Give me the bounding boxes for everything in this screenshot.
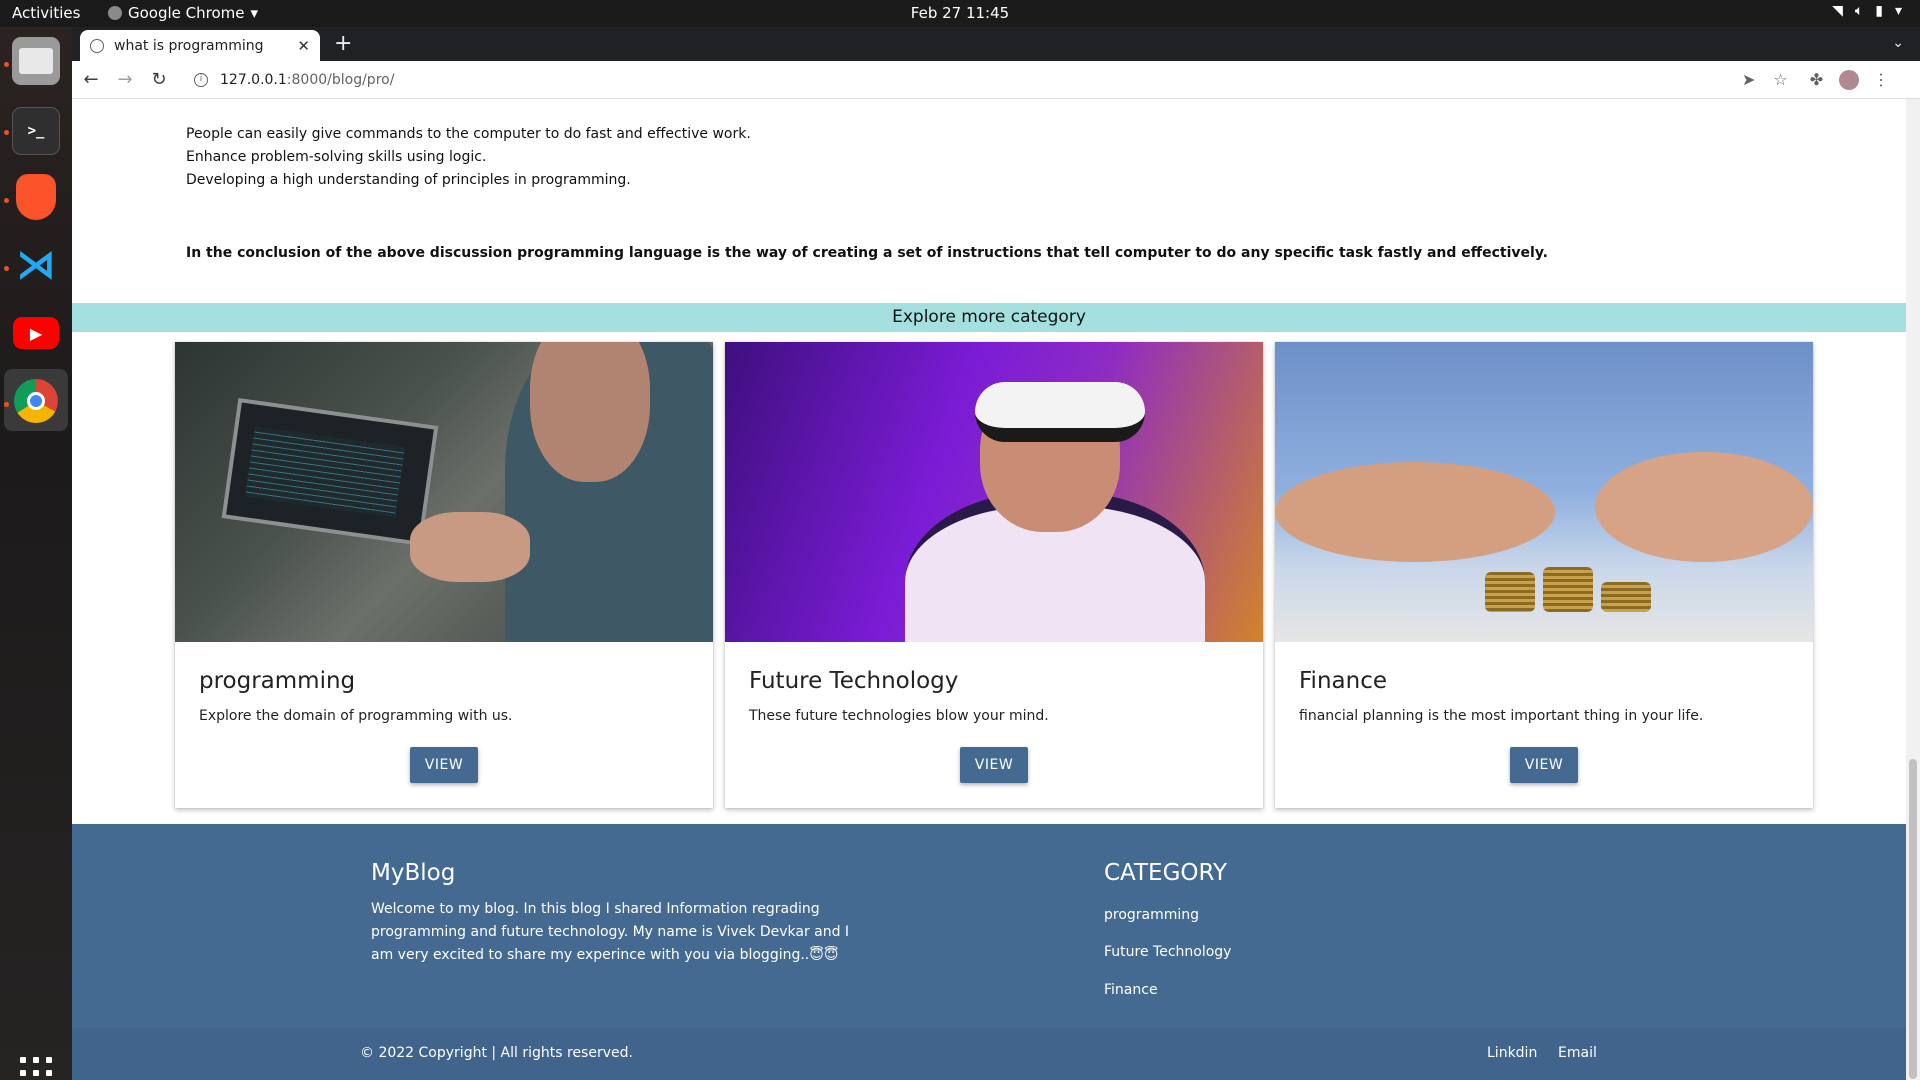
hand-shape <box>410 512 530 582</box>
show-applications-icon[interactable] <box>20 1057 52 1080</box>
explore-heading: Explore more category <box>72 303 1906 332</box>
category-card-finance: Finance financial planning is the most i… <box>1275 342 1813 808</box>
coin-stack-shape <box>1485 572 1535 612</box>
running-indicator <box>4 266 9 271</box>
card-title: Finance <box>1299 668 1387 694</box>
app-menu-label: Google Chrome <box>128 4 245 22</box>
vscode-icon[interactable]: ⋊ <box>12 241 60 289</box>
hand-shape <box>1595 452 1813 562</box>
back-button[interactable]: ← <box>76 69 106 90</box>
coin-stack-shape <box>1601 582 1651 612</box>
view-button[interactable]: VIEW <box>960 747 1028 783</box>
files-icon[interactable] <box>12 37 60 85</box>
brave-browser-icon[interactable] <box>12 173 60 221</box>
category-card-programming: programming Explore the domain of progra… <box>175 342 713 808</box>
running-indicator <box>4 130 9 135</box>
running-indicator <box>4 198 9 203</box>
footer-category-title: CATEGORY <box>1104 860 1228 886</box>
article-point: People can easily give commands to the c… <box>186 126 751 142</box>
forward-button[interactable]: → <box>110 69 140 90</box>
article-points: People can easily give commands to the c… <box>186 123 751 192</box>
card-description: financial planning is the most important… <box>1299 708 1704 724</box>
profile-avatar[interactable] <box>1839 69 1860 90</box>
bookmark-star-icon[interactable]: ☆ <box>1773 70 1787 89</box>
footer-category-link[interactable]: Future Technology <box>1104 944 1231 960</box>
vr-headset-shape <box>975 382 1145 442</box>
view-button[interactable]: VIEW <box>1510 747 1578 783</box>
system-top-bar: Activities Google Chrome ▾ Feb 27 11:45 … <box>0 0 1920 27</box>
footer-brand: MyBlog <box>371 860 456 886</box>
close-tab-icon[interactable]: ✕ <box>297 37 310 55</box>
hand-shape <box>1275 462 1555 562</box>
new-tab-button[interactable]: + <box>334 31 352 56</box>
email-link[interactable]: Email <box>1558 1045 1597 1061</box>
chevron-down-icon: ▾ <box>1894 3 1902 19</box>
wifi-icon: ◥ <box>1832 3 1843 19</box>
card-title: Future Technology <box>749 668 959 694</box>
extensions-puzzle-icon[interactable]: ✤ <box>1810 70 1823 89</box>
tab-search-chevron-icon[interactable]: ⌄ <box>1892 35 1904 51</box>
page-viewport: People can easily give commands to the c… <box>72 99 1906 1080</box>
view-button[interactable]: VIEW <box>410 747 478 783</box>
system-menu[interactable]: ◥ 🔈︎ ▮ ▾ <box>1832 3 1902 19</box>
reload-button[interactable]: ↻ <box>144 69 174 90</box>
running-indicator <box>4 62 9 67</box>
tab-strip: what is programming ✕ + ⌄ <box>72 27 1920 61</box>
more-menu-icon[interactable]: ⋮ <box>1873 70 1889 89</box>
article-heading-clipped <box>184 99 1134 111</box>
footer-category-link[interactable]: Finance <box>1104 982 1158 998</box>
coin-stack-shape <box>1543 567 1593 612</box>
footer-bottom-bar: © 2022 Copyright | All rights reserved. … <box>72 1028 1906 1080</box>
category-card-future-technology: Future Technology These future technolog… <box>725 342 1263 808</box>
future-technology-image <box>725 342 1263 642</box>
globe-icon <box>90 38 104 53</box>
info-icon[interactable]: i <box>194 72 208 87</box>
copyright-text: © 2022 Copyright | All rights reserved. <box>360 1045 633 1061</box>
url-host: 127.0.0.1 <box>220 71 287 88</box>
address-bar[interactable]: i 127.0.0.1:8000/blog/pro/ <box>184 64 1724 95</box>
head-shape <box>530 342 650 482</box>
clock[interactable]: Feb 27 11:45 <box>911 4 1009 22</box>
dock: >_ ⋊ ▶ <box>0 27 72 1080</box>
finance-image <box>1275 342 1813 642</box>
chevron-down-icon: ▾ <box>250 4 259 22</box>
heading-fragment <box>184 99 1134 105</box>
chrome-icon[interactable] <box>12 377 60 425</box>
footer-about: Welcome to my blog. In this blog I share… <box>371 901 850 963</box>
volume-icon: 🔈︎ <box>1854 3 1864 19</box>
card-description: These future technologies blow your mind… <box>749 708 1049 724</box>
send-icon[interactable]: ➤ <box>1742 70 1755 89</box>
linkedin-link[interactable]: Linkdin <box>1487 1045 1537 1061</box>
category-cards: programming Explore the domain of progra… <box>175 342 1815 808</box>
article-point: Developing a high understanding of princ… <box>186 172 631 188</box>
tab-title: what is programming <box>114 37 264 54</box>
browser-toolbar: ← → ↻ i 127.0.0.1:8000/blog/pro/ ➤ ☆ ✤ ⋮ <box>72 61 1920 99</box>
app-menu[interactable]: Google Chrome ▾ <box>108 4 258 22</box>
article-point: Enhance problem-solving skills using log… <box>186 149 487 165</box>
card-description: Explore the domain of programming with u… <box>199 708 513 724</box>
chrome-app-icon <box>108 6 122 20</box>
battery-icon: ▮ <box>1875 3 1883 19</box>
youtube-icon[interactable]: ▶ <box>12 309 60 357</box>
footer-category-link[interactable]: programming <box>1104 907 1199 923</box>
terminal-icon[interactable]: >_ <box>12 107 60 155</box>
url-path: :8000/blog/pro/ <box>286 71 395 88</box>
activities-button[interactable]: Activities <box>12 4 80 22</box>
article-conclusion: In the conclusion of the above discussio… <box>186 245 1548 261</box>
page-scrollbar[interactable] <box>1906 99 1920 1080</box>
programming-image <box>175 342 713 642</box>
scrollbar-thumb[interactable] <box>1909 759 1917 1079</box>
running-indicator <box>4 402 9 407</box>
site-footer: MyBlog Welcome to my blog. In this blog … <box>72 824 1906 1080</box>
card-title: programming <box>199 668 356 694</box>
tab-active[interactable]: what is programming ✕ <box>80 30 320 61</box>
